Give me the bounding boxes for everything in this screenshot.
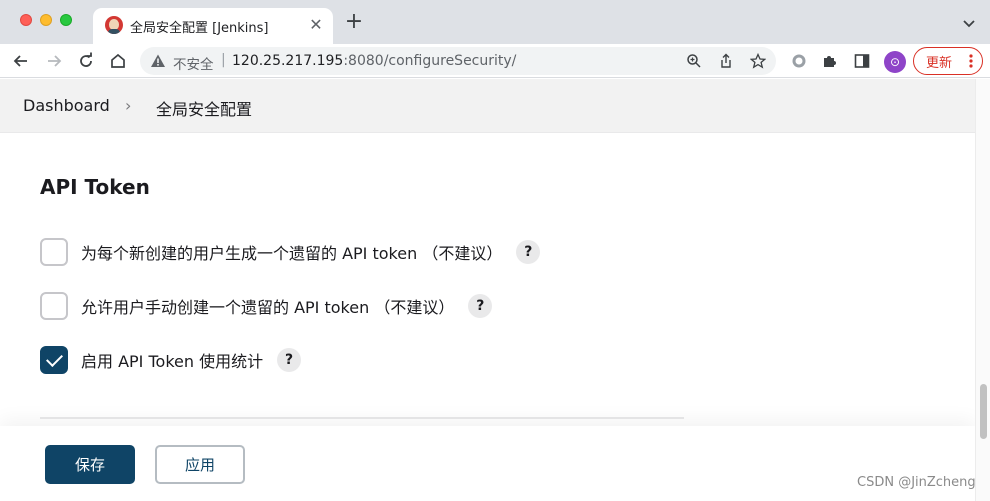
section-divider <box>40 417 684 419</box>
form-action-bar: 保存 应用 <box>0 426 975 501</box>
close-window-button[interactable] <box>20 14 32 26</box>
jenkins-favicon-icon <box>105 16 123 34</box>
browser-tab-strip: 全局安全配置 [Jenkins] ✕ + <box>0 0 990 44</box>
home-icon[interactable] <box>106 49 130 73</box>
browser-update-button[interactable]: 更新 <box>913 47 983 75</box>
breadcrumb-dashboard[interactable]: Dashboard <box>23 96 110 115</box>
extensions-puzzle-icon[interactable] <box>818 49 842 73</box>
extension-circle-icon[interactable] <box>787 49 811 73</box>
csdn-watermark: CSDN @JinZcheng <box>857 475 976 490</box>
update-label: 更新 <box>926 55 953 71</box>
forward-arrow-icon[interactable] <box>42 49 66 73</box>
token-usage-stats-checkbox[interactable] <box>40 346 68 374</box>
scrollbar-thumb[interactable] <box>980 384 987 439</box>
not-secure-label[interactable]: 不安全 <box>173 53 214 73</box>
zoom-magnifier-icon[interactable] <box>682 49 706 73</box>
breadcrumb: Dashboard › 全局安全配置 <box>0 79 975 133</box>
bookmark-star-icon[interactable] <box>746 49 770 73</box>
browser-menu-icon[interactable] <box>969 52 973 70</box>
legacy-token-manual-checkbox[interactable] <box>40 292 68 320</box>
apply-button[interactable]: 应用 <box>155 445 245 484</box>
tab-close-icon[interactable]: ✕ <box>307 16 325 34</box>
option-token-usage-stats[interactable]: 启用 API Token 使用统计 ? <box>40 346 302 374</box>
page-content: Dashboard › 全局安全配置 API Token 为每个新创建的用户生成… <box>0 79 975 501</box>
breadcrumb-chevron-icon: › <box>125 96 132 115</box>
tab-search-chevron-icon[interactable] <box>962 15 976 29</box>
help-icon[interactable]: ? <box>468 294 493 318</box>
profile-avatar[interactable]: ⊙ <box>884 51 906 73</box>
url-text[interactable]: 120.25.217.195:8080/configureSecurity/ <box>232 53 516 69</box>
zoom-window-button[interactable] <box>60 14 72 26</box>
address-bar[interactable]: 不安全 | 120.25.217.195:8080/configureSecur… <box>140 47 776 75</box>
not-secure-warning-icon[interactable] <box>150 53 166 69</box>
section-title-api-token: API Token <box>40 175 150 199</box>
new-tab-button[interactable]: + <box>343 11 365 34</box>
reload-icon[interactable] <box>74 49 98 73</box>
help-icon[interactable]: ? <box>516 240 541 264</box>
window-controls <box>20 14 72 26</box>
address-separator: | <box>221 52 226 68</box>
option-legacy-token-manual[interactable]: 允许用户手动创建一个遗留的 API token （不建议） ? <box>40 292 493 320</box>
option-label[interactable]: 为每个新创建的用户生成一个遗留的 API token （不建议） <box>81 240 502 264</box>
browser-toolbar: 不安全 | 120.25.217.195:8080/configureSecur… <box>0 44 990 78</box>
option-legacy-token-new-users[interactable]: 为每个新创建的用户生成一个遗留的 API token （不建议） ? <box>40 238 541 266</box>
breadcrumb-global-security[interactable]: 全局安全配置 <box>156 96 252 120</box>
page-scrollbar[interactable] <box>975 79 990 501</box>
back-arrow-icon[interactable] <box>9 49 33 73</box>
legacy-token-new-users-checkbox[interactable] <box>40 238 68 266</box>
browser-tab-active[interactable]: 全局安全配置 [Jenkins] ✕ <box>93 8 333 44</box>
side-panel-icon[interactable] <box>850 49 874 73</box>
minimize-window-button[interactable] <box>40 14 52 26</box>
help-icon[interactable]: ? <box>277 348 302 372</box>
save-button[interactable]: 保存 <box>45 445 135 484</box>
tab-title: 全局安全配置 [Jenkins] <box>130 21 269 36</box>
option-label[interactable]: 启用 API Token 使用统计 <box>81 348 263 372</box>
share-icon[interactable] <box>714 49 738 73</box>
option-label[interactable]: 允许用户手动创建一个遗留的 API token （不建议） <box>81 294 454 318</box>
